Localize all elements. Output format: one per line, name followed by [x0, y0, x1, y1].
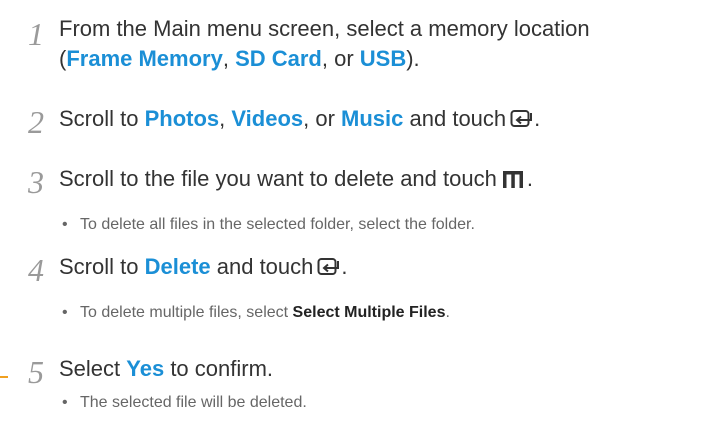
option-select-multiple-files: Select Multiple Files: [292, 304, 446, 321]
step-number: 3: [28, 164, 44, 200]
step-number: 2: [28, 104, 44, 140]
step-number: 4: [28, 252, 44, 288]
menu-option-photos: Photos: [144, 106, 220, 131]
memory-option-usb: USB: [359, 46, 407, 71]
menu-option-videos: Videos: [231, 106, 304, 131]
step-instruction: Select Yes to confirm.: [59, 356, 274, 381]
bullet: •: [62, 304, 68, 321]
step-note: • To delete all files in the selected fol…: [62, 214, 702, 236]
step-number: 5: [28, 354, 44, 390]
menu-option-delete: Delete: [144, 254, 211, 279]
bullet: •: [62, 216, 68, 233]
bullet: •: [62, 394, 68, 411]
memory-option-sd-card: SD Card: [235, 46, 322, 71]
step-instruction: Scroll to the file you want to delete an…: [59, 164, 699, 197]
option-yes: Yes: [126, 356, 165, 381]
step-instruction: From the Main menu screen, select a memo…: [59, 16, 590, 71]
step-note: • To delete multiple files, select Select…: [62, 302, 702, 324]
menu-option-music: Music: [341, 106, 404, 131]
step-note: • The selected file will be deleted.: [62, 392, 702, 414]
memory-option-frame-memory: Frame Memory: [66, 46, 223, 71]
step-instruction: Scroll to Delete and touch.: [59, 252, 699, 285]
menu-icon: [501, 167, 527, 197]
enter-icon: [510, 107, 534, 137]
enter-icon: [317, 255, 341, 285]
step-number: 1: [28, 16, 44, 52]
step-instruction: Scroll to Photos, Videos, or Music and t…: [59, 104, 699, 137]
step-text: From the Main menu screen, select a memo…: [59, 16, 590, 41]
current-step-marker: [0, 376, 8, 378]
